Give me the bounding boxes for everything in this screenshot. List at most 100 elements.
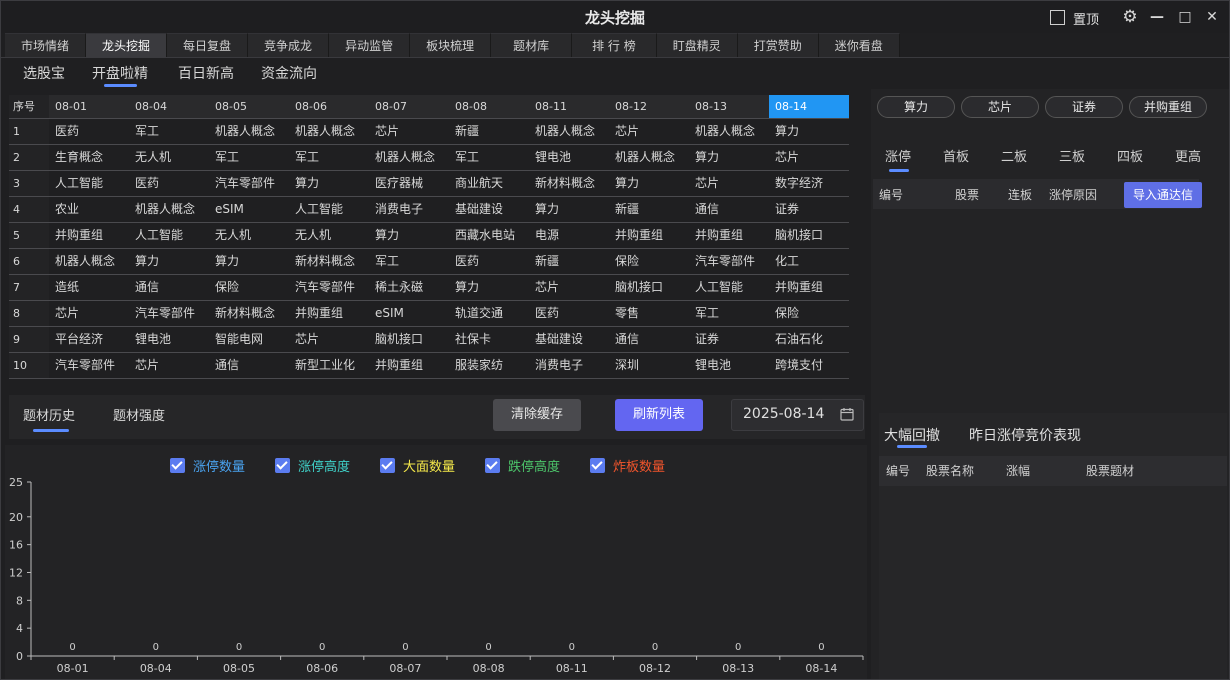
- zt-tab-third-board[interactable]: 三板: [1059, 146, 1085, 165]
- grid-theme-cell[interactable]: 通信: [689, 197, 769, 222]
- clear-cache-button[interactable]: 清除缓存: [493, 399, 581, 431]
- grid-theme-cell[interactable]: 证券: [769, 197, 849, 222]
- grid-date-header[interactable]: 08-13: [689, 95, 769, 118]
- calendar-icon[interactable]: [840, 407, 854, 421]
- grid-theme-cell[interactable]: 消费电子: [369, 197, 449, 222]
- grid-theme-cell[interactable]: 芯片: [609, 119, 689, 144]
- grid-theme-cell[interactable]: 保险: [609, 249, 689, 274]
- grid-theme-cell[interactable]: 数字经济: [769, 171, 849, 196]
- grid-theme-cell[interactable]: 芯片: [769, 145, 849, 170]
- grid-theme-cell[interactable]: 社保卡: [449, 327, 529, 352]
- grid-theme-cell[interactable]: 芯片: [289, 327, 369, 352]
- grid-theme-cell[interactable]: 无人机: [129, 145, 209, 170]
- grid-theme-cell[interactable]: 脑机接口: [369, 327, 449, 352]
- tab-leader-mining[interactable]: 龙头挖掘: [86, 33, 168, 57]
- grid-theme-cell[interactable]: 保险: [209, 275, 289, 300]
- grid-theme-cell[interactable]: 机器人概念: [49, 249, 129, 274]
- grid-theme-cell[interactable]: 新疆: [529, 249, 609, 274]
- subtab-fund-flow[interactable]: 资金流向: [261, 63, 317, 83]
- tab-anomaly-monitor[interactable]: 异动监管: [329, 33, 411, 57]
- grid-theme-cell[interactable]: 基础建设: [529, 327, 609, 352]
- checkbox-checked-icon[interactable]: [275, 457, 290, 473]
- zt-tab-second-board[interactable]: 二板: [1001, 146, 1027, 165]
- grid-theme-cell[interactable]: 军工: [289, 145, 369, 170]
- grid-theme-cell[interactable]: 并购重组: [609, 223, 689, 248]
- tab-mini-view[interactable]: 迷你看盘: [818, 33, 900, 57]
- grid-theme-cell[interactable]: 新材料概念: [209, 301, 289, 326]
- grid-theme-cell[interactable]: 医疗器械: [369, 171, 449, 196]
- grid-theme-cell[interactable]: 算力: [529, 197, 609, 222]
- grid-theme-cell[interactable]: 汽车零部件: [209, 171, 289, 196]
- grid-theme-cell[interactable]: 化工: [769, 249, 849, 274]
- subtab-xuangubao[interactable]: 选股宝: [23, 63, 65, 83]
- grid-date-header[interactable]: 08-06: [289, 95, 369, 118]
- grid-theme-cell[interactable]: 医药: [529, 301, 609, 326]
- grid-theme-cell[interactable]: 服装家纺: [449, 353, 529, 378]
- minimize-icon[interactable]: —: [1146, 6, 1168, 28]
- checkbox-checked-icon[interactable]: [380, 457, 395, 473]
- refresh-list-button[interactable]: 刷新列表: [615, 399, 703, 431]
- grid-theme-cell[interactable]: 零售: [609, 301, 689, 326]
- tab-compete-leader[interactable]: 竞争成龙: [248, 33, 330, 57]
- grid-theme-cell[interactable]: 汽车零部件: [689, 249, 769, 274]
- grid-theme-cell[interactable]: 通信: [129, 275, 209, 300]
- grid-theme-cell[interactable]: 医药: [129, 171, 209, 196]
- grid-date-header[interactable]: 08-07: [369, 95, 449, 118]
- grid-theme-cell[interactable]: 无人机: [289, 223, 369, 248]
- grid-date-header[interactable]: 08-01: [49, 95, 129, 118]
- zt-tab-limitup[interactable]: 涨停: [885, 146, 911, 165]
- grid-theme-cell[interactable]: 机器人概念: [529, 119, 609, 144]
- grid-date-header[interactable]: 08-11: [529, 95, 609, 118]
- theme-pill-chip[interactable]: 芯片: [961, 96, 1039, 118]
- grid-date-header[interactable]: 08-08: [449, 95, 529, 118]
- checkbox-checked-icon[interactable]: [590, 457, 605, 473]
- pin-checkbox[interactable]: [1050, 10, 1065, 25]
- grid-theme-cell[interactable]: 机器人概念: [209, 119, 289, 144]
- grid-theme-cell[interactable]: 汽车零部件: [289, 275, 369, 300]
- tab-theme-strength[interactable]: 题材强度: [113, 405, 165, 424]
- grid-theme-cell[interactable]: 造纸: [49, 275, 129, 300]
- grid-theme-cell[interactable]: eSIM: [209, 197, 289, 222]
- zt-tab-first-board[interactable]: 首板: [943, 146, 969, 165]
- grid-theme-cell[interactable]: 人工智能: [129, 223, 209, 248]
- grid-theme-cell[interactable]: 汽车零部件: [49, 353, 129, 378]
- grid-theme-cell[interactable]: 芯片: [689, 171, 769, 196]
- grid-theme-cell[interactable]: 人工智能: [689, 275, 769, 300]
- grid-theme-cell[interactable]: 军工: [369, 249, 449, 274]
- zt-tab-fourth-board[interactable]: 四板: [1117, 146, 1143, 165]
- grid-theme-cell[interactable]: 保险: [769, 301, 849, 326]
- tab-theme-history[interactable]: 题材历史: [23, 405, 75, 424]
- legend-broken-count[interactable]: 炸板数量: [590, 456, 665, 475]
- tab-theme-library[interactable]: 题材库: [491, 33, 573, 57]
- grid-theme-cell[interactable]: 通信: [609, 327, 689, 352]
- grid-theme-cell[interactable]: 轨道交通: [449, 301, 529, 326]
- grid-theme-cell[interactable]: 并购重组: [689, 223, 769, 248]
- grid-theme-cell[interactable]: 锂电池: [529, 145, 609, 170]
- grid-theme-cell[interactable]: 平台经济: [49, 327, 129, 352]
- grid-theme-cell[interactable]: 机器人概念: [689, 119, 769, 144]
- grid-theme-cell[interactable]: 芯片: [529, 275, 609, 300]
- grid-theme-cell[interactable]: 算力: [449, 275, 529, 300]
- settings-gear-icon[interactable]: ⚙: [1119, 6, 1141, 28]
- grid-theme-cell[interactable]: 跨境支付: [769, 353, 849, 378]
- legend-bigloss-count[interactable]: 大面数量: [380, 456, 455, 475]
- grid-date-header[interactable]: 08-04: [129, 95, 209, 118]
- grid-theme-cell[interactable]: 算力: [209, 249, 289, 274]
- grid-theme-cell[interactable]: 人工智能: [49, 171, 129, 196]
- import-tdx-button[interactable]: 导入通达信: [1124, 182, 1202, 208]
- grid-theme-cell[interactable]: 芯片: [49, 301, 129, 326]
- grid-theme-cell[interactable]: 西藏水电站: [449, 223, 529, 248]
- grid-theme-cell[interactable]: 脑机接口: [769, 223, 849, 248]
- tab-daily-review[interactable]: 每日复盘: [167, 33, 249, 57]
- tab-ranking[interactable]: 排 行 榜: [572, 33, 657, 57]
- grid-theme-cell[interactable]: 通信: [209, 353, 289, 378]
- grid-theme-cell[interactable]: 证券: [689, 327, 769, 352]
- grid-theme-cell[interactable]: 算力: [369, 223, 449, 248]
- grid-theme-cell[interactable]: 脑机接口: [609, 275, 689, 300]
- grid-theme-cell[interactable]: 算力: [769, 119, 849, 144]
- grid-theme-cell[interactable]: 机器人概念: [289, 119, 369, 144]
- grid-theme-cell[interactable]: 生育概念: [49, 145, 129, 170]
- grid-theme-cell[interactable]: 石油石化: [769, 327, 849, 352]
- grid-theme-cell[interactable]: 军工: [449, 145, 529, 170]
- maximize-icon[interactable]: □: [1174, 6, 1196, 28]
